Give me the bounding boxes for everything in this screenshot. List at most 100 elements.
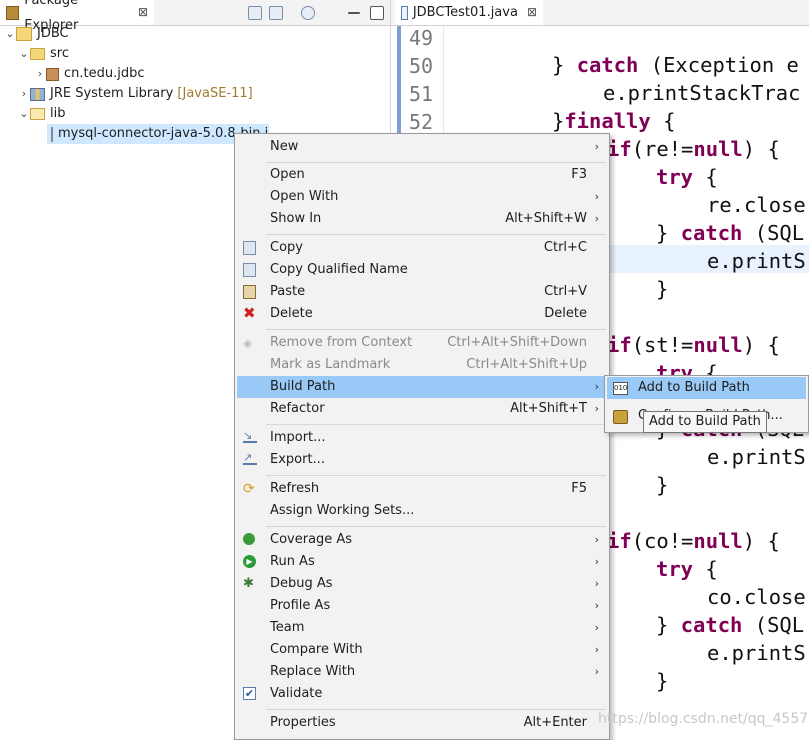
menu-item-label: Refresh: [270, 481, 320, 496]
code-line: try {: [656, 557, 718, 581]
coverage-icon: [243, 533, 255, 545]
collapse-all-icon[interactable]: [248, 6, 262, 20]
jar-add-icon: 010: [613, 382, 628, 395]
delete-x-icon: ✖: [243, 304, 256, 322]
menu-item-label: Copy: [270, 240, 303, 255]
tree-item-label: JRE System Library: [50, 86, 174, 101]
menu-item-import[interactable]: ↘ Import...: [237, 427, 607, 449]
menu-item-label: Profile As: [270, 598, 331, 613]
menu-item-label: Debug As: [270, 576, 333, 591]
editor-tab-title: JDBCTest01.java: [412, 5, 518, 20]
view-menu-icon[interactable]: [301, 6, 315, 20]
menu-item-coverage-as[interactable]: Coverage As ›: [237, 529, 607, 551]
menu-item-export[interactable]: ↗ Export...: [237, 449, 607, 471]
menu-shortcut: Ctrl+V: [544, 284, 587, 299]
import-icon: ↘: [243, 430, 257, 443]
menu-item-profile-as[interactable]: Profile As ›: [237, 595, 607, 617]
chevron-right-icon: ›: [594, 380, 599, 393]
menu-item-team[interactable]: Team ›: [237, 617, 607, 639]
source-folder-icon: [30, 48, 45, 60]
menu-shortcut: F3: [571, 167, 587, 182]
context-menu: New › Open F3 Open With › Show In Alt+Shift+…: [234, 133, 610, 740]
refresh-icon: ⟳: [243, 481, 255, 497]
menu-item-validate[interactable]: ✔ Validate: [237, 683, 607, 705]
menu-item-label: Mark as Landmark: [270, 357, 391, 372]
menu-item-mark-as-landmark[interactable]: Mark as Landmark Ctrl+Alt+Shift+Up: [237, 354, 607, 376]
menu-item-replace-with[interactable]: Replace With ›: [237, 661, 607, 683]
jre-version-decoration: [JavaSE-11]: [177, 86, 253, 101]
minimize-icon[interactable]: [348, 12, 360, 14]
menu-item-run-as[interactable]: ▶ Run As ›: [237, 551, 607, 573]
menu-item-build-path[interactable]: Build Path ›: [237, 376, 607, 398]
export-icon: ↗: [243, 452, 257, 465]
tree-item-src[interactable]: ⌄ src: [18, 44, 69, 64]
tree-item-label: src: [50, 46, 69, 61]
tree-item-label: lib: [50, 106, 66, 121]
chevron-down-icon[interactable]: ⌄: [18, 104, 30, 124]
close-icon[interactable]: ⊠: [527, 0, 537, 25]
menu-item-refactor[interactable]: Refactor Alt+Shift+T ›: [237, 398, 607, 420]
tree-item-lib[interactable]: ⌄ lib: [18, 104, 65, 124]
menu-item-refresh[interactable]: ⟳ Refresh F5: [237, 478, 607, 500]
code-line: }: [656, 473, 669, 497]
menu-item-add-to-build-path[interactable]: 010 Add to Build Path: [607, 377, 806, 399]
code-line: e.printS: [707, 641, 806, 665]
menu-item-label: Refactor: [270, 401, 325, 416]
code-line: co.close: [707, 585, 806, 609]
code-line: if(re!=null) {: [607, 137, 780, 161]
menu-item-assign-working-sets[interactable]: Assign Working Sets...: [237, 500, 607, 522]
code-line: } catch (SQL: [656, 613, 805, 637]
link-with-editor-icon[interactable]: [269, 6, 283, 20]
maximize-icon[interactable]: [370, 6, 384, 20]
editor-tabbar: JDBCTest01.java ⊠: [391, 0, 809, 26]
chevron-right-icon[interactable]: ›: [34, 64, 46, 84]
menu-item-label: Build Path: [270, 379, 336, 394]
line-number: 49: [409, 26, 434, 50]
menu-item-properties[interactable]: Properties Alt+Enter: [237, 712, 607, 734]
tree-item-project[interactable]: ⌄ JDBC: [4, 24, 69, 44]
run-icon: ▶: [243, 555, 256, 568]
package-icon: [46, 67, 59, 81]
menu-item-remove-from-context[interactable]: ◈ Remove from Context Ctrl+Alt+Shift+Down: [237, 332, 607, 354]
close-icon[interactable]: ⊠: [138, 0, 148, 25]
code-line: e.printS: [707, 445, 806, 469]
menu-shortcut: Delete: [544, 306, 587, 321]
menu-item-open-with[interactable]: Open With ›: [237, 186, 607, 208]
code-line: } catch (Exception e: [552, 53, 799, 77]
menu-item-label: Paste: [270, 284, 306, 299]
chevron-right-icon: ›: [594, 599, 599, 612]
tab-package-explorer[interactable]: Package Explorer ⊠: [0, 0, 154, 33]
menu-item-debug-as[interactable]: ✱ Debug As ›: [237, 573, 607, 595]
menu-item-compare-with[interactable]: Compare With ›: [237, 639, 607, 661]
menu-item-label: Validate: [270, 686, 323, 701]
menu-item-label: Compare With: [270, 642, 363, 657]
chevron-right-icon[interactable]: ›: [18, 84, 30, 104]
menu-item-copy[interactable]: Copy Ctrl+C: [237, 237, 607, 259]
chevron-down-icon[interactable]: ⌄: [18, 44, 30, 64]
menu-item-label: Add to Build Path: [638, 380, 750, 395]
jar-file-icon: [51, 126, 53, 142]
chevron-down-icon[interactable]: ⌄: [4, 24, 16, 44]
menu-item-delete[interactable]: ✖ Delete Delete: [237, 303, 607, 325]
chevron-right-icon: ›: [594, 621, 599, 634]
tree-item-package[interactable]: › cn.tedu.jdbc: [34, 64, 145, 84]
tree-item-jre[interactable]: › JRE System Library [JavaSE-11]: [18, 84, 253, 104]
code-line: e.printStackTrac: [603, 81, 801, 105]
menu-item-new[interactable]: New ›: [237, 136, 607, 158]
menu-item-copy-qualified-name[interactable]: Copy Qualified Name: [237, 259, 607, 281]
menu-item-label: Import...: [270, 430, 326, 445]
menu-item-paste[interactable]: Paste Ctrl+V: [237, 281, 607, 303]
menu-item-open[interactable]: Open F3: [237, 164, 607, 186]
code-line: }finally {: [552, 109, 676, 133]
menu-item-label: Open With: [270, 189, 339, 204]
menu-shortcut: Ctrl+C: [543, 240, 587, 255]
code-line: }: [656, 277, 669, 301]
tab-jdbctest01[interactable]: JDBCTest01.java ⊠: [395, 0, 543, 25]
tree-item-label: JDBC: [37, 26, 69, 41]
menu-item-show-in[interactable]: Show In Alt+Shift+W ›: [237, 208, 607, 230]
folder-open-icon: [30, 108, 45, 120]
code-line: if(st!=null) {: [607, 333, 780, 357]
menu-item-label: Show In: [270, 211, 322, 226]
menu-item-label: Run As: [270, 554, 315, 569]
code-line: } catch (SQL: [656, 221, 805, 245]
